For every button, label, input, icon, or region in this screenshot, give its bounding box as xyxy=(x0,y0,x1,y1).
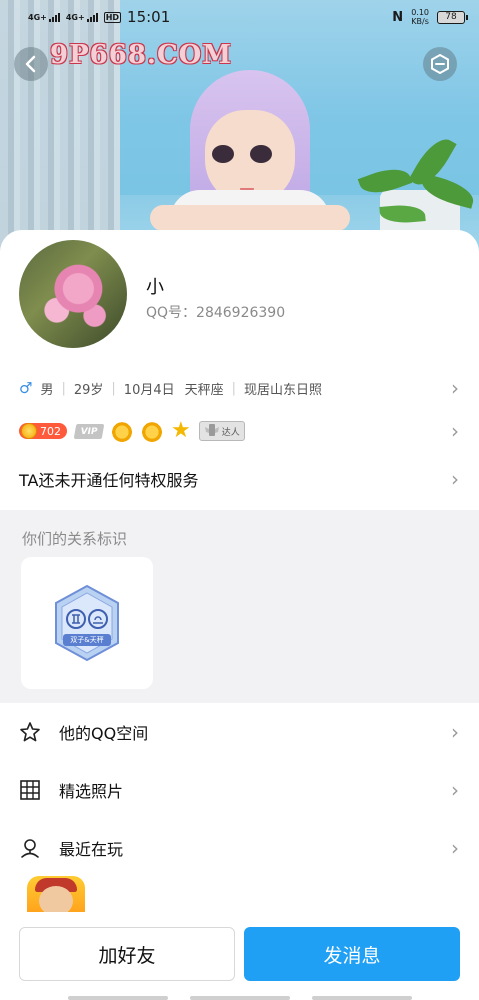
gender: 男 xyxy=(40,382,54,398)
qzone-item[interactable]: 他的QQ空间 › xyxy=(0,703,479,761)
grid-icon xyxy=(19,779,41,801)
cover-character-arms xyxy=(150,205,350,231)
star-icon: ★ xyxy=(171,418,191,443)
location: 现居山东日照 xyxy=(244,382,323,398)
relationship-title: 你们的关系标识 xyxy=(22,530,128,548)
divider: | xyxy=(231,380,237,396)
cover-wall-panel xyxy=(0,0,120,260)
watermark-text: 9P668.COM xyxy=(50,40,233,70)
profile-card: 小 QQ号：2846926390 ♂ 男 | 29岁 | 10月4日 天秤座 |… xyxy=(0,230,479,1000)
signal-bars-icon xyxy=(48,12,60,22)
menu-label: 他的QQ空间 xyxy=(59,724,149,743)
phone-wings-icon xyxy=(204,424,219,436)
send-message-button[interactable]: 发消息 xyxy=(244,927,460,981)
signal-strength-1: 4G+ xyxy=(28,12,60,22)
age: 29岁 xyxy=(73,382,104,398)
relationship-badge-card[interactable]: 双子&天秤 xyxy=(21,557,153,689)
chevron-left-icon xyxy=(25,55,36,73)
more-options-button[interactable] xyxy=(423,47,457,81)
constellation: 天秤座 xyxy=(184,382,224,398)
gemini-libra-icon xyxy=(55,584,119,662)
chevron-right-icon: › xyxy=(451,778,459,802)
basic-info-row[interactable]: ♂ 男 | 29岁 | 10月4日 天秤座 | 现居山东日照 › xyxy=(19,374,459,402)
chevron-right-icon: › xyxy=(451,720,459,744)
game-pin-icon xyxy=(19,837,41,859)
menu-label: 精选照片 xyxy=(59,782,124,801)
profile-cover-image: 9P668.COM xyxy=(0,0,479,260)
network-type-label: 4G+ xyxy=(65,12,85,22)
back-button[interactable] xyxy=(14,47,48,81)
divider: | xyxy=(61,380,66,396)
battery-level: 78 xyxy=(445,12,457,22)
cover-character-eye xyxy=(212,145,234,163)
level-value: 702 xyxy=(40,424,61,438)
photos-item[interactable]: 精选照片 › xyxy=(0,761,479,819)
birthday: 10月4日 xyxy=(123,382,175,398)
battery-icon: 78 xyxy=(437,10,468,24)
bottom-action-bar: 加好友 发消息 xyxy=(0,912,479,1000)
badges-row[interactable]: 702 VIP ★ 达人 › xyxy=(19,418,459,444)
star-outline-icon xyxy=(19,721,41,743)
relationship-section: 你们的关系标识 双子&天秤 xyxy=(0,510,479,703)
chevron-right-icon: › xyxy=(451,419,459,443)
privilege-text: TA还未开通任何特权服务 xyxy=(19,471,199,490)
status-bar: 4G+ 4G+ HD 15:01 N 0.10 KB/s 78 xyxy=(0,0,479,34)
nav-indicator xyxy=(68,996,168,1000)
nav-indicator xyxy=(312,996,412,1000)
nickname: 小 xyxy=(146,277,164,298)
clock: 15:01 xyxy=(127,8,171,26)
nav-indicator xyxy=(190,996,290,1000)
profile-page: 9P668.COM 4G+ 4G+ HD 15:01 N 0.10 KB/s 7… xyxy=(0,0,479,1000)
hd-voice-icon: HD xyxy=(103,11,122,23)
add-friend-button[interactable]: 加好友 xyxy=(19,927,235,981)
avatar[interactable] xyxy=(19,240,127,348)
qq-number: QQ号：2846926390 xyxy=(146,305,286,321)
divider: | xyxy=(111,380,116,396)
level-badge: 702 xyxy=(19,423,67,439)
chevron-right-icon: › xyxy=(451,376,459,400)
zodiac-badge: 双子&天秤 xyxy=(52,584,122,662)
network-type-label: 4G+ xyxy=(28,12,47,22)
privilege-row[interactable]: TA还未开通任何特权服务 › xyxy=(19,466,459,492)
chevron-right-icon: › xyxy=(451,836,459,860)
crown-icon xyxy=(111,420,133,442)
net-speed-unit: KB/s xyxy=(411,17,429,26)
zodiac-badge-label: 双子&天秤 xyxy=(70,636,104,644)
male-icon: ♂ xyxy=(19,379,33,397)
daren-label: 达人 xyxy=(221,427,240,438)
hexagon-menu-icon xyxy=(431,53,449,75)
vip-badge: VIP xyxy=(73,423,105,439)
daren-badge: 达人 xyxy=(198,421,245,441)
chevron-right-icon: › xyxy=(451,467,459,491)
recently-played-item[interactable]: 最近在玩 › xyxy=(0,819,479,877)
sun-icon xyxy=(21,423,37,439)
recent-game-icon[interactable] xyxy=(27,876,85,916)
crown-icon xyxy=(141,420,163,442)
signal-bars-icon xyxy=(86,12,98,22)
net-speed: 0.10 KB/s xyxy=(411,8,429,26)
status-right: N 0.10 KB/s 78 xyxy=(392,8,468,26)
signal-strength-2: 4G+ xyxy=(65,12,98,22)
cover-character-eye xyxy=(250,145,272,163)
nfc-icon: N xyxy=(392,9,404,25)
net-speed-value: 0.10 xyxy=(411,8,429,17)
menu-label: 最近在玩 xyxy=(59,840,124,859)
